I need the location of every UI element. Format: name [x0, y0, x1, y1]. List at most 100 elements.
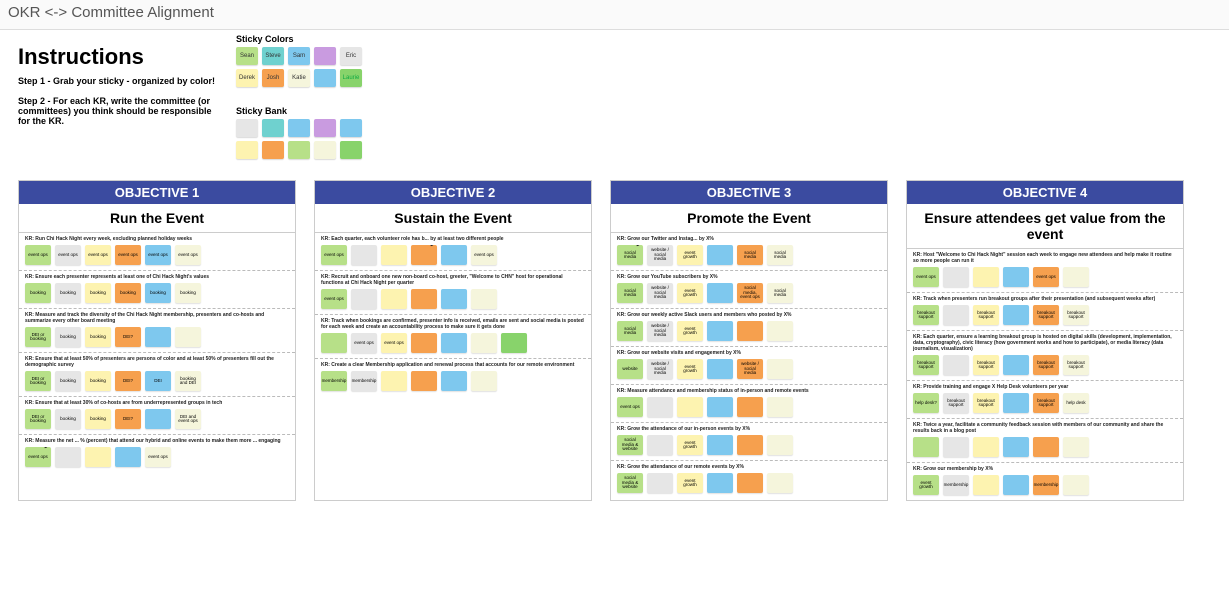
sticky-note[interactable]: social media, event ops [737, 283, 763, 303]
sticky-note[interactable] [647, 435, 673, 455]
sticky-note[interactable] [943, 355, 969, 375]
sticky-note[interactable]: membership [1033, 475, 1059, 495]
sticky-note[interactable]: booking [25, 283, 51, 303]
sticky-note[interactable]: breakout support [973, 305, 999, 325]
sticky-note[interactable] [381, 289, 407, 309]
sticky-note[interactable] [115, 447, 141, 467]
sticky-note[interactable] [1003, 305, 1029, 325]
sticky-note[interactable]: membership [321, 371, 347, 391]
sticky-note[interactable]: website / social media [737, 359, 763, 379]
sticky-note[interactable]: breakout support [913, 305, 939, 325]
sticky-note[interactable]: social media [767, 283, 793, 303]
sticky-note[interactable]: event growth [677, 283, 703, 303]
sticky-swatch[interactable]: Katie [288, 69, 310, 87]
sticky-note[interactable]: event ops [321, 289, 347, 309]
sticky-note[interactable]: event ops [115, 245, 141, 265]
sticky-note[interactable]: breakout support [973, 393, 999, 413]
sticky-swatch[interactable]: Eric [340, 47, 362, 65]
sticky-note[interactable] [351, 245, 377, 265]
sticky-note[interactable]: website / social media [647, 321, 673, 341]
sticky-note[interactable] [441, 371, 467, 391]
sticky-note[interactable]: social media & website [617, 473, 643, 493]
sticky-note[interactable] [767, 321, 793, 341]
sticky-note[interactable] [707, 359, 733, 379]
sticky-note[interactable] [647, 397, 673, 417]
sticky-swatch[interactable] [288, 119, 310, 137]
sticky-swatch[interactable] [236, 119, 258, 137]
sticky-note[interactable]: event growth [677, 321, 703, 341]
sticky-note[interactable]: event growth [677, 435, 703, 455]
sticky-note[interactable]: booking [85, 371, 111, 391]
sticky-note[interactable]: social media [617, 321, 643, 341]
sticky-swatch[interactable] [288, 141, 310, 159]
sticky-swatch[interactable] [262, 119, 284, 137]
sticky-note[interactable] [471, 333, 497, 353]
sticky-note[interactable]: event ops [85, 245, 111, 265]
sticky-note[interactable]: breakout support [943, 393, 969, 413]
sticky-note[interactable]: event ops [381, 333, 407, 353]
sticky-note[interactable]: social media [617, 283, 643, 303]
sticky-note[interactable]: breakout support [913, 355, 939, 375]
sticky-note[interactable]: event ops [145, 245, 171, 265]
sticky-note[interactable] [1003, 355, 1029, 375]
sticky-note[interactable] [737, 435, 763, 455]
sticky-note[interactable]: event growth [677, 245, 703, 265]
sticky-note[interactable]: booking [55, 283, 81, 303]
sticky-note[interactable]: website [617, 359, 643, 379]
sticky-note[interactable] [55, 447, 81, 467]
sticky-note[interactable] [767, 473, 793, 493]
sticky-swatch[interactable]: Sean [236, 47, 258, 65]
sticky-swatch[interactable]: Josh [262, 69, 284, 87]
sticky-note[interactable] [351, 289, 377, 309]
sticky-note[interactable] [381, 371, 407, 391]
sticky-note[interactable] [381, 245, 407, 265]
sticky-note[interactable]: booking [55, 327, 81, 347]
sticky-note[interactable] [707, 473, 733, 493]
sticky-note[interactable]: event growth [677, 473, 703, 493]
sticky-note[interactable] [1003, 437, 1029, 457]
sticky-swatch[interactable] [314, 69, 336, 87]
sticky-note[interactable] [737, 321, 763, 341]
sticky-note[interactable] [1003, 267, 1029, 287]
sticky-note[interactable]: breakout support [1033, 393, 1059, 413]
sticky-note[interactable]: help desk [1063, 393, 1089, 413]
sticky-note[interactable]: event ops [25, 447, 51, 467]
sticky-note[interactable]: DEI or booking [25, 409, 51, 429]
sticky-note[interactable]: breakout support [973, 355, 999, 375]
sticky-note[interactable] [85, 447, 111, 467]
whiteboard-canvas[interactable]: Instructions Step 1 - Grab your sticky -… [0, 30, 1229, 590]
sticky-swatch[interactable] [340, 141, 362, 159]
sticky-note[interactable]: social media [617, 245, 643, 265]
sticky-note[interactable]: booking [55, 371, 81, 391]
sticky-note[interactable] [647, 473, 673, 493]
sticky-note[interactable]: event ops [471, 245, 497, 265]
sticky-note[interactable] [707, 245, 733, 265]
sticky-swatch[interactable] [314, 47, 336, 65]
sticky-note[interactable] [471, 289, 497, 309]
sticky-note[interactable]: DEI or booking [25, 371, 51, 391]
sticky-note[interactable] [1063, 267, 1089, 287]
sticky-note[interactable] [973, 267, 999, 287]
sticky-note[interactable]: booking [145, 283, 171, 303]
sticky-note[interactable]: DEI? [115, 327, 141, 347]
sticky-note[interactable]: DEI [145, 371, 171, 391]
sticky-note[interactable] [913, 437, 939, 457]
sticky-note[interactable]: breakout support [1063, 355, 1089, 375]
sticky-swatch[interactable] [236, 141, 258, 159]
sticky-note[interactable]: booking [115, 283, 141, 303]
sticky-note[interactable]: help desk? [913, 393, 939, 413]
sticky-note[interactable]: breakout support [1033, 305, 1059, 325]
sticky-note[interactable] [145, 327, 171, 347]
sticky-note[interactable]: membership [943, 475, 969, 495]
sticky-note[interactable]: booking [55, 409, 81, 429]
sticky-note[interactable] [767, 397, 793, 417]
sticky-note[interactable]: website / social media [647, 245, 673, 265]
sticky-note[interactable] [321, 333, 347, 353]
sticky-note[interactable] [973, 475, 999, 495]
sticky-note[interactable]: event ops [145, 447, 171, 467]
sticky-note[interactable] [677, 397, 703, 417]
sticky-note[interactable] [441, 333, 467, 353]
sticky-note[interactable]: event ops [913, 267, 939, 287]
sticky-note[interactable] [471, 371, 497, 391]
sticky-swatch[interactable]: Steve [262, 47, 284, 65]
